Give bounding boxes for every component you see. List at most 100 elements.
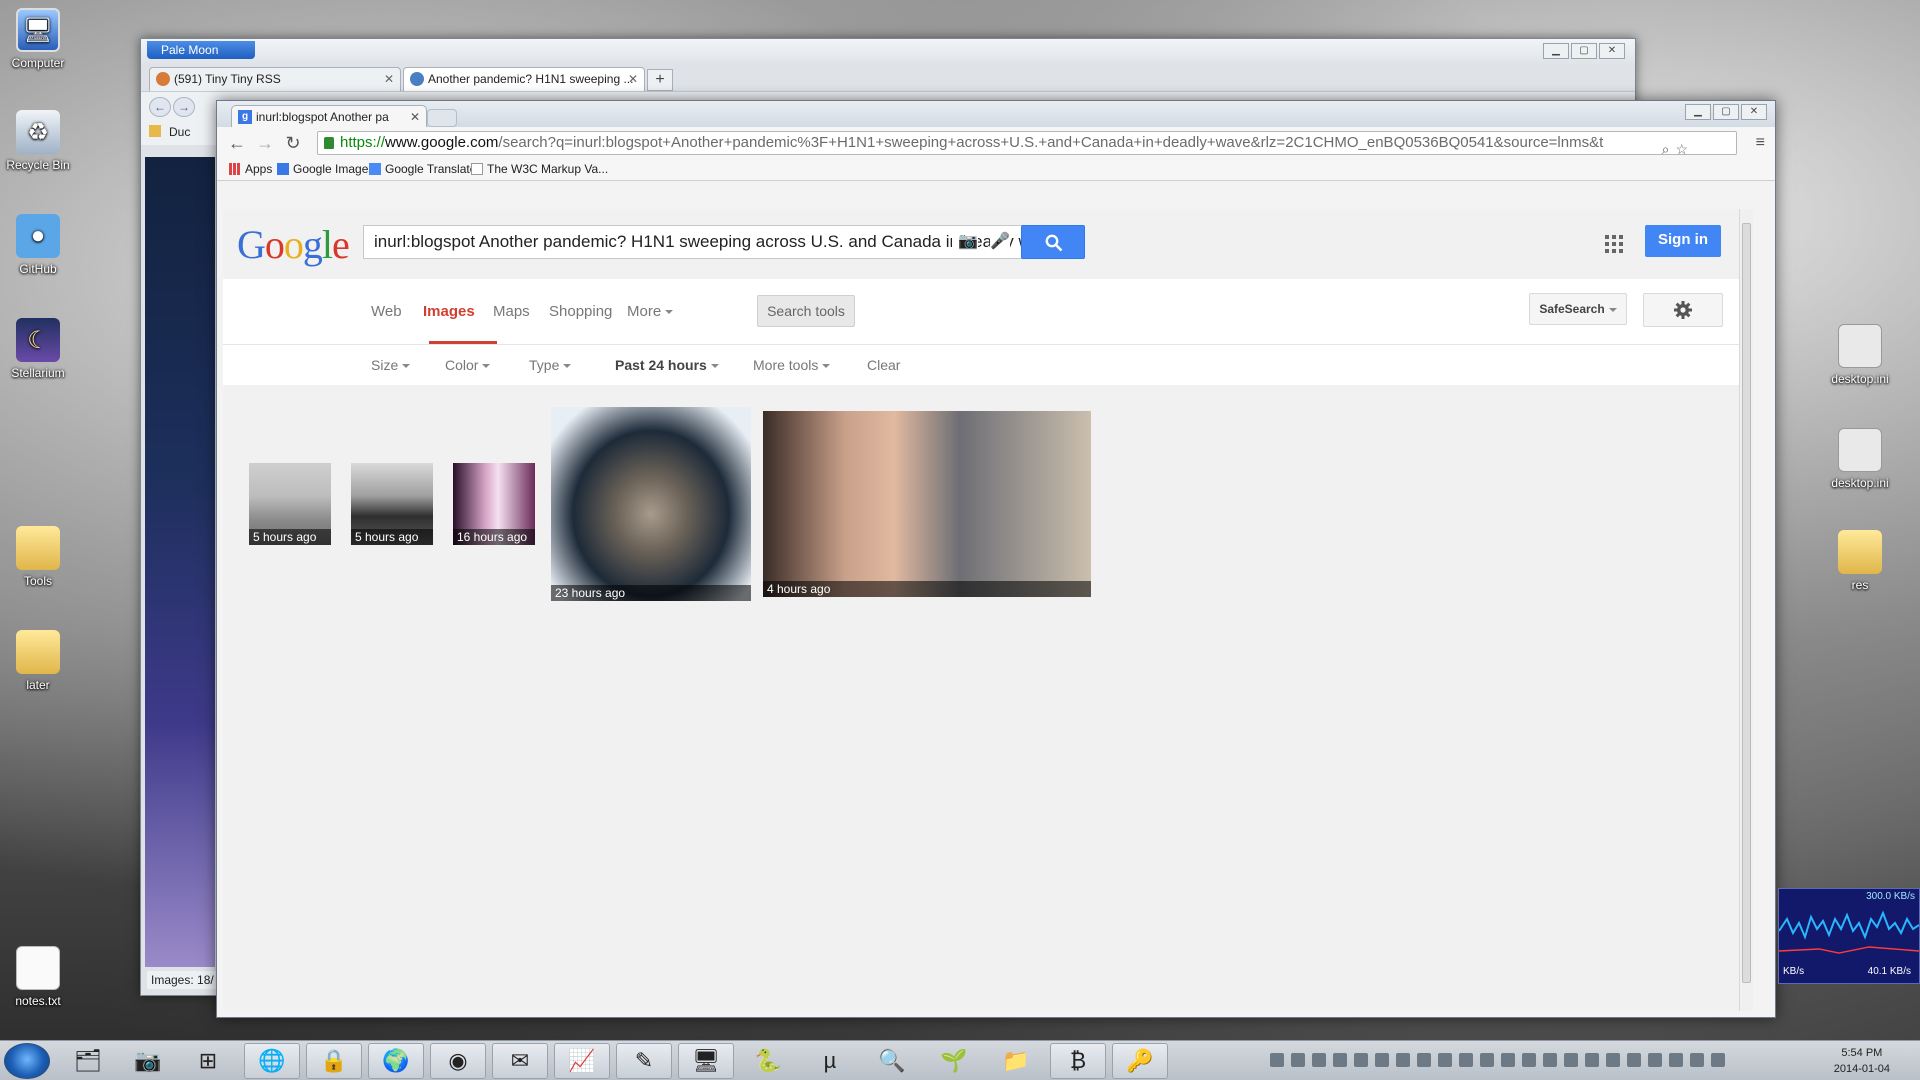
chart-app-taskbar-icon[interactable]: 📈 <box>554 1043 610 1079</box>
folder-taskbar-icon[interactable]: 📁 <box>988 1043 1044 1079</box>
safesearch-dropdown[interactable]: SafeSearch <box>1529 293 1627 325</box>
filter-size[interactable]: Size <box>371 357 411 373</box>
tray-icon[interactable] <box>1312 1053 1326 1067</box>
forward-icon[interactable]: → <box>253 132 277 154</box>
windows-flag-taskbar-icon[interactable]: ⊞ <box>180 1043 236 1079</box>
bitcoin-taskbar-icon[interactable]: ₿ <box>1050 1043 1106 1079</box>
minimize-icon[interactable]: ▁ <box>1543 43 1569 59</box>
back-icon[interactable]: ← <box>149 97 171 117</box>
tab-images[interactable]: Images <box>423 303 475 320</box>
desktop-icon-desktop-ini-2[interactable]: desktop.ini <box>1822 428 1898 490</box>
zoom-icon[interactable]: ⌕ <box>1662 138 1670 154</box>
maximize-icon[interactable]: ▢ <box>1571 43 1597 59</box>
desktop-icon-stellarium[interactable]: ☾ Stellarium <box>0 318 76 380</box>
monitor-taskbar-icon[interactable]: 🖥 <box>678 1043 734 1079</box>
tray-icon[interactable] <box>1459 1053 1473 1067</box>
tray-icon[interactable] <box>1522 1053 1536 1067</box>
tray-icon[interactable] <box>1375 1053 1389 1067</box>
editor-taskbar-icon[interactable]: ✎ <box>616 1043 672 1079</box>
camera-app-taskbar-icon[interactable]: 📷 <box>120 1043 176 1079</box>
tray-icon[interactable] <box>1564 1053 1578 1067</box>
new-tab-button[interactable]: + <box>647 69 673 91</box>
desktop-icon-res[interactable]: res <box>1822 530 1898 592</box>
maximize-icon[interactable]: ▢ <box>1713 104 1739 120</box>
close-icon[interactable]: ✕ <box>410 106 420 128</box>
image-result[interactable]: 16 hours ago <box>453 463 535 545</box>
desktop-icon-github[interactable]: ● GitHub <box>0 214 76 276</box>
tray-icon[interactable] <box>1438 1053 1452 1067</box>
plant-app-taskbar-icon[interactable]: 🌱 <box>926 1043 982 1079</box>
search-button[interactable] <box>1021 225 1085 259</box>
python-taskbar-icon[interactable]: 🐍 <box>740 1043 796 1079</box>
keys-taskbar-icon[interactable]: 🔑 <box>1112 1043 1168 1079</box>
close-icon[interactable]: ✕ <box>1599 43 1625 59</box>
messenger-taskbar-icon[interactable]: ✉ <box>492 1043 548 1079</box>
chrome-taskbar-icon[interactable]: ◉ <box>430 1043 486 1079</box>
tray-icon[interactable] <box>1333 1053 1347 1067</box>
desktop-icon-recycle-bin[interactable]: ♻ Recycle Bin <box>0 110 76 172</box>
scrollbar-thumb[interactable] <box>1742 223 1751 983</box>
image-result[interactable]: 4 hours ago <box>763 411 1091 597</box>
search-input[interactable]: inurl:blogspot Another pandemic? H1N1 sw… <box>363 225 1023 259</box>
flag-icon[interactable] <box>1690 1053 1704 1067</box>
desktop-icon-notes[interactable]: notes.txt <box>0 946 76 1008</box>
utorrent-taskbar-icon[interactable]: µ <box>802 1043 858 1079</box>
settings-button[interactable] <box>1643 293 1723 327</box>
tab-more[interactable]: More <box>627 303 674 320</box>
network-icon[interactable] <box>1669 1053 1683 1067</box>
chrome-tab-google-search[interactable]: g inurl:blogspot Another pa ✕ <box>231 105 427 129</box>
filter-clear[interactable]: Clear <box>867 357 900 373</box>
minimize-icon[interactable]: ▁ <box>1685 104 1711 120</box>
desktop-icon-tools[interactable]: Tools <box>0 526 76 588</box>
camera-icon[interactable]: 📷 <box>952 226 979 258</box>
tray-icon[interactable] <box>1417 1053 1431 1067</box>
explorer-taskbar-icon[interactable]: 🗂 <box>60 1043 116 1079</box>
tray-icon[interactable] <box>1291 1053 1305 1067</box>
tray-icon[interactable] <box>1501 1053 1515 1067</box>
bookmark-w3c-validator[interactable]: The W3C Markup Va... <box>471 162 608 176</box>
chrome-menu-icon[interactable]: ≡ <box>1756 134 1765 152</box>
tray-icon[interactable] <box>1396 1053 1410 1067</box>
tray-icon[interactable] <box>1627 1053 1641 1067</box>
back-icon[interactable]: ← <box>225 132 249 154</box>
globe-taskbar-icon[interactable]: 🌍 <box>368 1043 424 1079</box>
tray-icon[interactable] <box>1606 1053 1620 1067</box>
page-scrollbar[interactable] <box>1739 209 1753 1011</box>
tray-icon[interactable] <box>1354 1053 1368 1067</box>
tab-shopping[interactable]: Shopping <box>549 303 612 320</box>
google-logo[interactable]: Google <box>237 221 350 268</box>
tray-icon[interactable] <box>1480 1053 1494 1067</box>
palemoon-tab-rss[interactable]: (591) Tiny Tiny RSS ✕ <box>149 67 401 91</box>
bookmark-google-translate[interactable]: Google Translate <box>369 162 476 176</box>
filter-more-tools[interactable]: More tools <box>753 357 831 373</box>
microphone-icon[interactable]: 🎤 <box>990 226 1010 258</box>
desktop-icon-desktop-ini-1[interactable]: desktop.ini <box>1822 324 1898 386</box>
filter-time[interactable]: Past 24 hours <box>615 357 719 373</box>
reload-icon[interactable]: ↻ <box>281 132 305 154</box>
image-result[interactable]: 5 hours ago <box>249 463 331 545</box>
tab-web[interactable]: Web <box>371 303 402 320</box>
start-button[interactable] <box>4 1043 50 1079</box>
bookmark-apps[interactable]: Apps <box>229 162 272 176</box>
filter-color[interactable]: Color <box>445 357 491 373</box>
image-result[interactable]: 5 hours ago <box>351 463 433 545</box>
desktop-icon-computer[interactable]: 🖥 Computer <box>0 8 76 70</box>
sign-in-button[interactable]: Sign in <box>1645 225 1721 257</box>
filter-type[interactable]: Type <box>529 357 572 373</box>
close-icon[interactable]: ✕ <box>1741 104 1767 120</box>
lock-app-taskbar-icon[interactable]: 🔒 <box>306 1043 362 1079</box>
forward-icon[interactable]: → <box>173 97 195 117</box>
search-app-taskbar-icon[interactable]: 🔍 <box>864 1043 920 1079</box>
address-bar[interactable]: https://www.google.com/search?q=inurl:bl… <box>317 131 1737 155</box>
tab-maps[interactable]: Maps <box>493 303 530 320</box>
desktop-icon-later[interactable]: later <box>0 630 76 692</box>
close-icon[interactable]: ✕ <box>628 68 638 90</box>
volume-icon[interactable] <box>1648 1053 1662 1067</box>
palemoon-tab-article[interactable]: Another pandemic? H1N1 sweeping ... ✕ <box>403 67 645 91</box>
tray-icon[interactable] <box>1270 1053 1284 1067</box>
system-clock[interactable]: 5:54 PM 2014-01-04 <box>1834 1045 1890 1077</box>
bookmark-google-images[interactable]: Google Images <box>277 162 374 176</box>
tray-icon[interactable] <box>1543 1053 1557 1067</box>
battery-icon[interactable] <box>1711 1053 1725 1067</box>
apps-grid-icon[interactable] <box>1605 235 1623 256</box>
